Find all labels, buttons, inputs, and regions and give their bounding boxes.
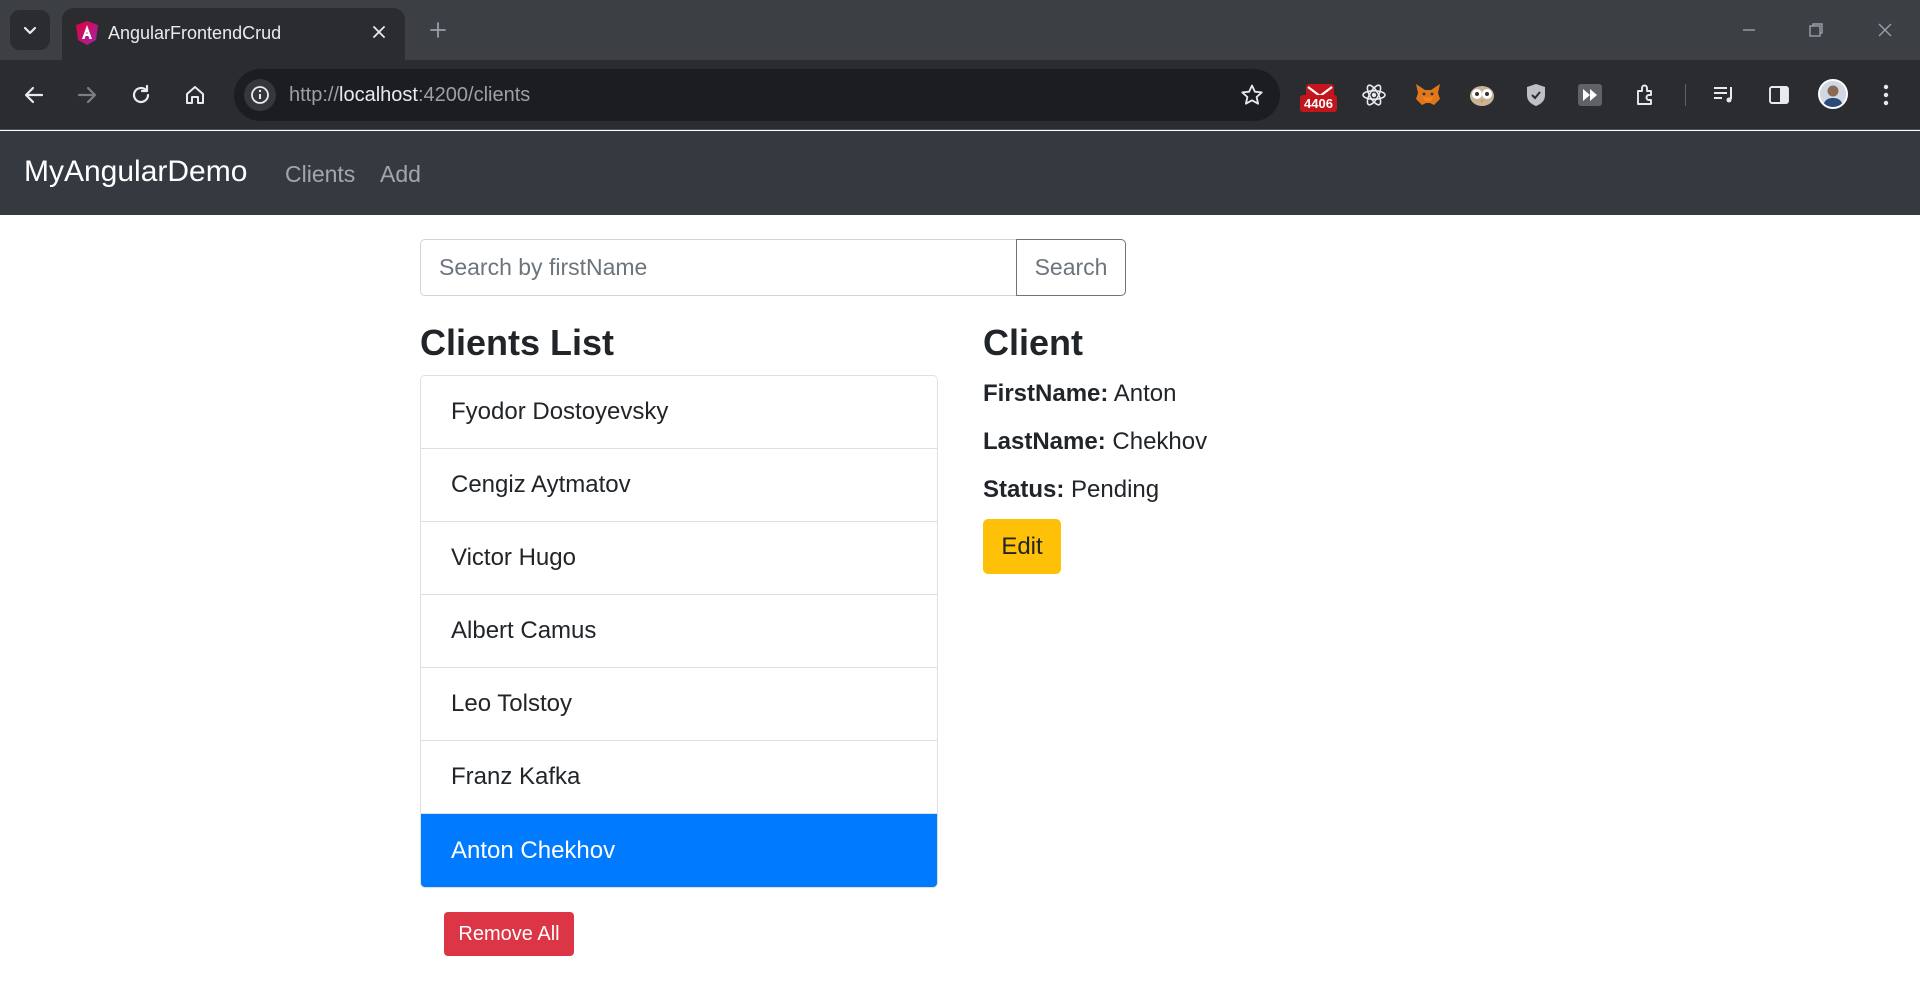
app-navbar: MyAngularDemo Clients Add (0, 131, 1920, 215)
minimize-icon (1743, 29, 1755, 31)
browser-toolbar: http://localhost:4200/clients 4406 (0, 60, 1920, 130)
site-info-button[interactable] (244, 79, 276, 111)
search-input[interactable] (420, 239, 1017, 296)
status-value: Pending (1071, 476, 1160, 503)
nav-link-clients[interactable]: Clients (285, 161, 355, 188)
shield-extension-button[interactable] (1516, 75, 1556, 115)
extension-badge: 4406 (1300, 95, 1337, 112)
playlist-icon (1714, 87, 1732, 103)
tab-search-button[interactable] (10, 10, 50, 50)
star-icon (1241, 84, 1263, 105)
metamask-extension-button[interactable] (1408, 75, 1448, 115)
search-button[interactable]: Search (1016, 239, 1126, 296)
home-button[interactable] (175, 75, 215, 115)
side-panel-icon (1769, 86, 1789, 104)
first-name-label: FirstName: (983, 380, 1109, 407)
fox-icon (1416, 84, 1440, 105)
minimize-window-button[interactable] (1726, 10, 1772, 50)
forward-arrow-icon (77, 86, 97, 104)
clients-list: Fyodor Dostoyevsky Cengiz Aytmatov Victor … (420, 375, 938, 888)
more-vertical-icon (1883, 84, 1889, 106)
window-close-icon (1878, 23, 1892, 37)
fast-forward-icon (1578, 84, 1602, 106)
url-path: :4200/clients (417, 84, 531, 106)
last-name-field: LastName: Chekhov (983, 428, 1207, 456)
client-list-item[interactable]: Fyodor Dostoyevsky (421, 376, 937, 449)
remove-all-button[interactable]: Remove All (444, 912, 574, 956)
react-atom-icon (1362, 84, 1386, 106)
fast-forward-extension-button[interactable] (1570, 75, 1610, 115)
tab-close-button[interactable] (367, 20, 391, 44)
back-button[interactable] (14, 75, 54, 115)
first-name-field: FirstName: Anton (983, 380, 1176, 408)
client-list-item[interactable]: Albert Camus (421, 595, 937, 668)
client-list-item[interactable]: Leo Tolstoy (421, 668, 937, 741)
tab-title: AngularFrontendCrud (108, 23, 282, 43)
client-list-item[interactable]: Victor Hugo (421, 522, 937, 595)
last-name-label: LastName: (983, 428, 1106, 455)
client-list-item[interactable]: Franz Kafka (421, 741, 937, 814)
last-name-value: Chekhov (1112, 428, 1208, 455)
mail-extension-button[interactable]: 4406 (1300, 75, 1340, 115)
new-tab-button[interactable] (422, 14, 454, 46)
angular-favicon-icon (76, 21, 98, 45)
restore-window-button[interactable] (1793, 10, 1839, 50)
owl-extension-button[interactable] (1462, 75, 1502, 115)
browser-menu-button[interactable] (1866, 75, 1906, 115)
home-icon (186, 86, 204, 104)
profile-avatar[interactable] (1818, 79, 1848, 109)
toolbar-divider (1685, 84, 1686, 106)
profile-photo-icon (1820, 81, 1846, 107)
status-field: Status: Pending (983, 476, 1159, 504)
address-bar[interactable]: http://localhost:4200/clients (234, 69, 1280, 121)
navbar-brand[interactable]: MyAngularDemo (24, 155, 247, 189)
restore-icon (1809, 23, 1823, 37)
reload-icon (132, 84, 150, 104)
bookmark-button[interactable] (1238, 81, 1266, 109)
browser-tab-active[interactable]: AngularFrontendCrud (62, 8, 405, 60)
close-window-button[interactable] (1862, 10, 1908, 50)
status-label: Status: (983, 476, 1065, 503)
forward-button[interactable] (67, 75, 107, 115)
edit-button[interactable]: Edit (983, 519, 1061, 574)
back-arrow-icon (24, 86, 44, 104)
plus-icon (430, 22, 446, 38)
url-host: localhost (339, 84, 418, 106)
client-list-item[interactable]: Anton Chekhov (421, 814, 937, 887)
client-detail-heading: Client (983, 322, 1084, 363)
owl-icon (1470, 86, 1494, 106)
clients-list-heading: Clients List (420, 322, 615, 363)
react-devtools-extension-button[interactable] (1354, 75, 1394, 115)
chevron-down-icon (23, 26, 37, 35)
browser-tabstrip: AngularFrontendCrud (0, 0, 1920, 60)
first-name-value: Anton (1113, 380, 1177, 407)
shield-icon (1527, 84, 1545, 106)
info-icon (251, 86, 269, 104)
reload-button[interactable] (121, 75, 161, 115)
client-list-item[interactable]: Cengiz Aytmatov (421, 449, 937, 522)
puzzle-icon (1637, 84, 1652, 105)
close-icon (373, 26, 385, 38)
search-group: Search (420, 239, 1126, 296)
side-panel-button[interactable] (1759, 75, 1799, 115)
nav-link-add[interactable]: Add (380, 161, 421, 188)
url-scheme: http:// (289, 84, 340, 106)
url-text: http://localhost:4200/clients (289, 84, 530, 107)
reading-list-button[interactable] (1704, 75, 1744, 115)
extensions-menu-button[interactable] (1626, 75, 1666, 115)
